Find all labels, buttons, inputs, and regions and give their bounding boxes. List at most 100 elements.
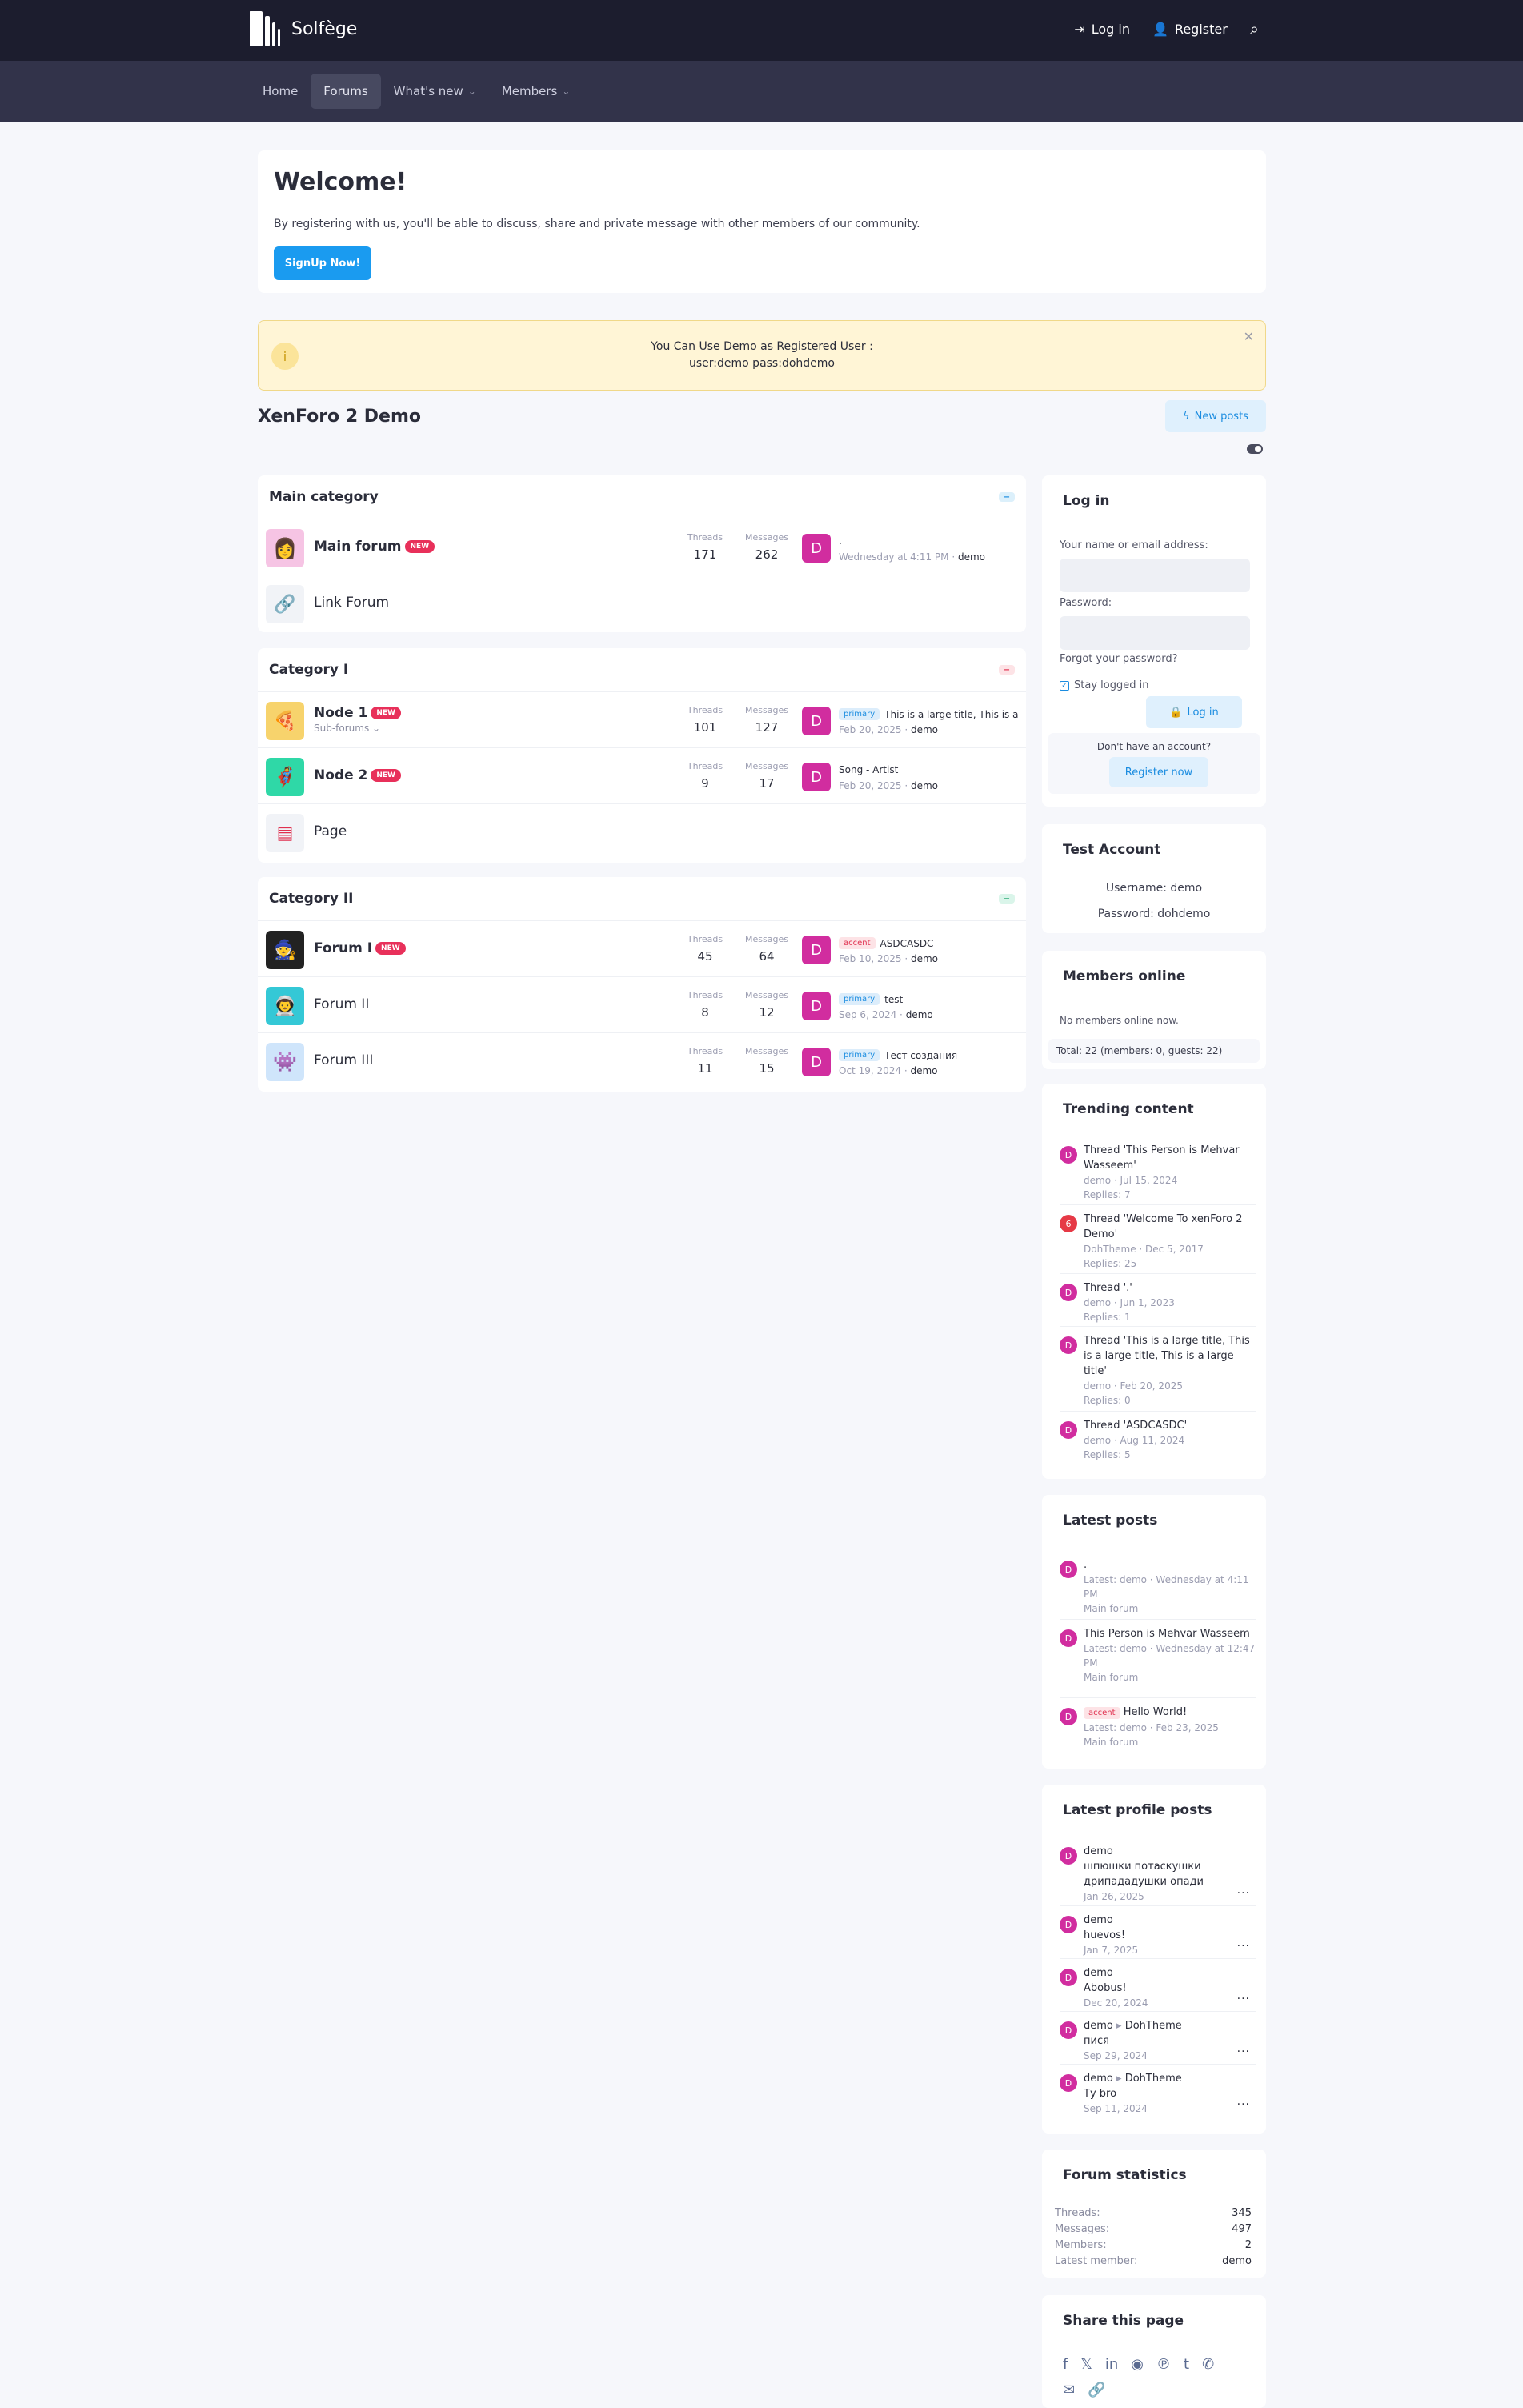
node-title[interactable]: Forum II — [314, 996, 369, 1012]
list-item[interactable]: D Thread 'ASDCASDC' demo · Aug 11, 2024 Re… — [1060, 1418, 1256, 1466]
signup-button[interactable]: SignUp Now! — [274, 246, 371, 280]
username-input[interactable] — [1060, 559, 1250, 592]
post-date[interactable]: Jan 26, 2025 — [1084, 1889, 1256, 1904]
subforums-toggle[interactable]: Sub-forums ⌄ — [314, 723, 380, 734]
node-title[interactable]: Forum III — [314, 1052, 373, 1068]
item-title[interactable]: Thread 'This Person is Mehvar Wasseem' — [1084, 1143, 1256, 1173]
facebook-icon[interactable]: f — [1063, 2356, 1068, 2373]
avatar[interactable]: D — [1060, 1421, 1077, 1439]
node-name[interactable]: Forum II — [314, 996, 369, 1012]
avatar[interactable]: 6 — [1060, 1215, 1077, 1232]
node-name[interactable]: Node 1 — [314, 705, 367, 721]
post-user[interactable]: demo — [1084, 1965, 1256, 1981]
login-button[interactable]: 🔒 Log in — [1146, 696, 1242, 728]
last-post-title[interactable]: . — [839, 535, 842, 547]
last-post-title[interactable]: test — [884, 994, 903, 1005]
style-toggle[interactable] — [1247, 444, 1263, 454]
post-date[interactable]: Sep 11, 2024 — [1084, 2101, 1256, 2116]
node-name[interactable]: Forum III — [314, 1052, 373, 1068]
avatar[interactable]: D — [802, 992, 831, 1020]
avatar[interactable]: D — [1060, 2021, 1077, 2039]
more-icon[interactable]: ··· — [1237, 2098, 1250, 2111]
post-target[interactable]: DohTheme — [1125, 2073, 1182, 2085]
tab-forums[interactable]: Forums — [311, 74, 381, 109]
category-title[interactable]: Category II — [269, 891, 354, 907]
latest-member-link[interactable]: demo — [1222, 2255, 1252, 2267]
block-title[interactable]: Latest posts — [1063, 1513, 1157, 1529]
post-user[interactable]: demo — [1084, 1913, 1256, 1928]
list-item[interactable]: D This Person is Mehvar Wasseem Latest: d… — [1060, 1626, 1256, 1698]
avatar[interactable]: D — [1060, 1561, 1077, 1578]
item-title[interactable]: Thread 'This is a large title, This is a… — [1084, 1333, 1256, 1379]
forum-avatar-icon[interactable]: 👩 — [266, 529, 304, 567]
collapse-icon[interactable]: − — [999, 665, 1015, 675]
chevron-down-icon[interactable]: ⌄ — [468, 86, 476, 97]
forgot-password-link[interactable]: Forgot your password? — [1060, 653, 1178, 665]
chevron-down-icon[interactable]: ⌄ — [562, 86, 570, 97]
node-title[interactable]: Node 1 NEW — [314, 705, 401, 721]
last-post-title[interactable]: Song - Artist — [839, 764, 898, 775]
last-post-title[interactable]: Тест создания — [884, 1050, 957, 1061]
post-user[interactable]: demo — [1084, 2073, 1113, 2085]
last-post-date[interactable]: Wednesday at 4:11 PM — [839, 551, 949, 563]
avatar[interactable]: D — [802, 707, 831, 735]
category-title[interactable]: Category I — [269, 662, 348, 678]
avatar[interactable]: D — [1060, 1336, 1077, 1354]
forum-avatar-icon[interactable]: 🍕 — [266, 702, 304, 740]
avatar[interactable]: D — [1060, 1284, 1077, 1301]
tab-whats-new[interactable]: What's new ⌄ — [381, 74, 489, 109]
close-icon[interactable]: ✕ — [1244, 329, 1254, 344]
last-post-user[interactable]: demo — [906, 1009, 933, 1020]
block-title[interactable]: Members online — [1063, 968, 1185, 984]
last-post-date[interactable]: Feb 10, 2025 — [839, 953, 902, 964]
x-icon[interactable]: 𝕏 — [1080, 2356, 1092, 2373]
avatar[interactable]: D — [1060, 2074, 1077, 2092]
node-name[interactable]: Forum I — [314, 940, 372, 956]
last-post-date[interactable]: Sep 6, 2024 — [839, 1009, 896, 1020]
post-user[interactable]: demo — [1084, 2020, 1113, 2032]
link-icon[interactable]: 🔗 — [266, 585, 304, 623]
search-icon[interactable]: ⌕ — [1250, 19, 1259, 38]
stay-logged-in-checkbox[interactable]: ✓ Stay logged in — [1060, 679, 1148, 691]
node-title[interactable]: Node 2 NEW — [314, 767, 401, 783]
item-title[interactable]: Thread '.' — [1084, 1280, 1256, 1296]
node-name[interactable]: Node 2 — [314, 767, 367, 783]
avatar[interactable]: D — [1060, 1847, 1077, 1865]
list-item[interactable]: D . Latest: demo · Wednesday at 4:11 PM Ma… — [1060, 1557, 1256, 1620]
node-name[interactable]: Page — [314, 823, 347, 839]
password-input[interactable] — [1060, 616, 1250, 650]
last-post-title[interactable]: This is a large title, This is a large t… — [884, 709, 1020, 720]
list-item[interactable]: D Thread 'This is a large title, This is… — [1060, 1333, 1256, 1412]
last-post-user[interactable]: demo — [911, 953, 938, 964]
node-title[interactable]: Main forum NEW — [314, 539, 435, 555]
email-icon[interactable]: ✉ — [1063, 2382, 1075, 2398]
last-post-title[interactable]: ASDCASDC — [880, 938, 934, 949]
node-title[interactable]: Link Forum — [314, 595, 389, 611]
more-icon[interactable]: ··· — [1237, 2045, 1250, 2058]
item-title[interactable]: Thread 'Welcome To xenForo 2 Demo' — [1084, 1212, 1256, 1242]
logo[interactable]: Solfège — [250, 11, 357, 46]
avatar[interactable]: D — [802, 763, 831, 791]
avatar[interactable]: D — [1060, 1629, 1077, 1647]
item-title[interactable]: This Person is Mehvar Wasseem — [1084, 1626, 1256, 1641]
last-post-user[interactable]: demo — [911, 780, 938, 791]
list-item[interactable]: 6 Thread 'Welcome To xenForo 2 Demo' DohT… — [1060, 1212, 1256, 1274]
post-date[interactable]: Dec 20, 2024 — [1084, 1996, 1256, 2010]
post-date[interactable]: Jan 7, 2025 — [1084, 1943, 1256, 1957]
register-link[interactable]: 👤 Register — [1152, 22, 1228, 37]
new-posts-button[interactable]: ϟ New posts — [1165, 400, 1266, 432]
collapse-icon[interactable]: − — [999, 894, 1015, 904]
last-post-user[interactable]: demo — [958, 551, 985, 563]
item-title-row[interactable]: accent Hello World! — [1084, 1705, 1256, 1721]
list-item[interactable]: D Thread '.' demo · Jun 1, 2023 Replies: 1 — [1060, 1280, 1256, 1327]
login-link[interactable]: ⇥ Log in — [1074, 22, 1130, 37]
last-post-date[interactable]: Oct 19, 2024 — [839, 1065, 901, 1076]
item-title[interactable]: Thread 'ASDCASDC' — [1084, 1418, 1256, 1433]
whatsapp-icon[interactable]: ✆ — [1202, 2356, 1214, 2373]
last-post-user[interactable]: demo — [911, 724, 938, 735]
item-forum[interactable]: Main forum — [1084, 1735, 1256, 1749]
tab-members[interactable]: Members ⌄ — [489, 74, 583, 109]
collapse-icon[interactable]: − — [999, 492, 1015, 502]
node-name[interactable]: Link Forum — [314, 595, 389, 611]
pinterest-icon[interactable]: ℗ — [1156, 2356, 1171, 2373]
